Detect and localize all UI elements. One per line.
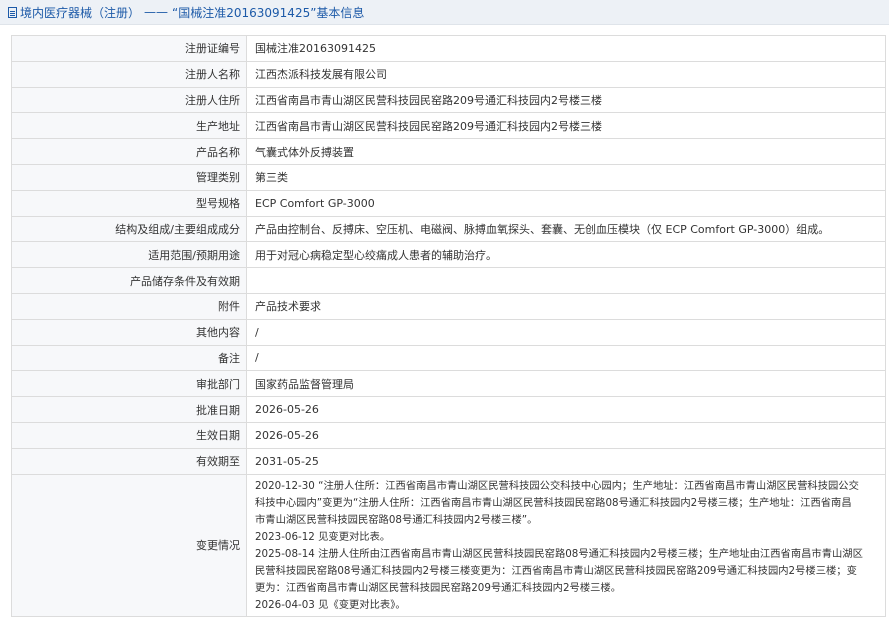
- table-row: 适用范围/预期用途 用于对冠心病稳定型心绞痛成人患者的辅助治疗。: [11, 241, 886, 269]
- field-label: 有效期至: [11, 447, 247, 475]
- field-label: 结构及组成/主要组成成分: [11, 215, 247, 243]
- field-value: /: [246, 344, 886, 372]
- field-label: 其他内容: [11, 318, 247, 346]
- change-line: 科技中心园内”变更为“注册人住所：江西省南昌市青山湖区民营科技园民窑路08号通汇…: [255, 496, 852, 509]
- field-label: 产品储存条件及有效期: [11, 267, 247, 294]
- field-label: 注册证编号: [11, 35, 247, 62]
- field-value: 第三类: [246, 163, 886, 191]
- field-value: 江西杰派科技发展有限公司: [246, 60, 886, 88]
- change-line: 2023-06-12 见变更对比表。: [255, 530, 391, 543]
- field-label: 审批部门: [11, 370, 247, 398]
- table-row: 产品名称 气囊式体外反搏装置: [11, 138, 886, 165]
- field-label: 适用范围/预期用途: [11, 241, 247, 269]
- field-value: ECP Comfort GP-3000: [246, 189, 886, 217]
- table-row: 其他内容 /: [11, 318, 886, 346]
- field-value: [246, 267, 886, 294]
- table-row: 型号规格 ECP Comfort GP-3000: [11, 189, 886, 217]
- table-row: 生产地址 江西省南昌市青山湖区民营科技园民窑路209号通汇科技园内2号楼三楼: [11, 112, 886, 140]
- change-line: 2020-12-30 “注册人住所：江西省南昌市青山湖区民营科技园公交科技中心园…: [255, 479, 859, 492]
- header-title: “国械注准20163091425”基本信息: [172, 5, 365, 20]
- change-history: 2020-12-30 “注册人住所：江西省南昌市青山湖区民营科技园公交科技中心园…: [246, 473, 886, 617]
- field-value: 江西省南昌市青山湖区民营科技园民窑路209号通汇科技园内2号楼三楼: [246, 86, 886, 114]
- table-row: 审批部门 国家药品监督管理局: [11, 370, 886, 398]
- table-row: 批准日期 2026-05-26: [11, 396, 886, 423]
- field-label: 备注: [11, 344, 247, 372]
- table-row: 备注 /: [11, 344, 886, 372]
- table-row: 注册人名称 江西杰派科技发展有限公司: [11, 60, 886, 88]
- field-value: 国家药品监督管理局: [246, 370, 886, 398]
- field-value: 气囊式体外反搏装置: [246, 138, 886, 165]
- field-label: 注册人住所: [11, 86, 247, 114]
- field-value: 2026-05-26: [246, 396, 886, 423]
- info-table-wrapper: 注册证编号 国械注准20163091425 注册人名称 江西杰派科技发展有限公司 注…: [11, 35, 886, 617]
- change-line: 市青山湖区民营科技园民窑路08号通汇科技园内2号楼三楼”。: [255, 513, 538, 526]
- table-row: 注册人住所 江西省南昌市青山湖区民营科技园民窑路209号通汇科技园内2号楼三楼: [11, 86, 886, 114]
- field-value: 江西省南昌市青山湖区民营科技园民窑路209号通汇科技园内2号楼三楼: [246, 112, 886, 140]
- field-value: 用于对冠心病稳定型心绞痛成人患者的辅助治疗。: [246, 241, 886, 269]
- table-row: 产品储存条件及有效期: [11, 267, 886, 294]
- field-value: 国械注准20163091425: [246, 35, 886, 62]
- field-value: 2031-05-25: [246, 447, 886, 475]
- change-line: 更为：江西省南昌市青山湖区民营科技园民窑路209号通汇科技园内2号楼三楼。: [255, 581, 622, 594]
- table-row: 有效期至 2031-05-25: [11, 447, 886, 475]
- field-label: 生产地址: [11, 112, 247, 140]
- document-icon: [8, 6, 17, 18]
- table-row: 结构及组成/主要组成成分 产品由控制台、反搏床、空压机、电磁阀、脉搏血氧探头、套囊…: [11, 215, 886, 243]
- field-value: 产品由控制台、反搏床、空压机、电磁阀、脉搏血氧探头、套囊、无创血压模块（仅 EC…: [246, 215, 886, 243]
- info-table: 注册证编号 国械注准20163091425 注册人名称 江西杰派科技发展有限公司 注…: [11, 35, 886, 617]
- field-label: 型号规格: [11, 189, 247, 217]
- field-label: 注册人名称: [11, 60, 247, 88]
- table-row: 管理类别 第三类: [11, 163, 886, 191]
- field-label: 管理类别: [11, 163, 247, 191]
- table-row: 注册证编号 国械注准20163091425: [11, 35, 886, 62]
- field-value: /: [246, 318, 886, 346]
- header-category: 境内医疗器械（注册）: [20, 5, 141, 20]
- header-separator: ——: [144, 5, 169, 19]
- change-line: 2025-08-14 注册人住所由江西省南昌市青山湖区民营科技园民窑路08号通汇…: [255, 547, 863, 560]
- field-label: 产品名称: [11, 138, 247, 165]
- change-line: 民营科技园民窑路08号通汇科技园内2号楼三楼变更为：江西省南昌市青山湖区民营科技…: [255, 564, 857, 577]
- table-row: 生效日期 2026-05-26: [11, 421, 886, 449]
- field-value: 2026-05-26: [246, 421, 886, 449]
- field-label: 变更情况: [11, 473, 247, 617]
- page-header: 境内医疗器械（注册） —— “国械注准20163091425”基本信息: [0, 0, 889, 25]
- field-value: 产品技术要求: [246, 292, 886, 320]
- field-label: 生效日期: [11, 421, 247, 449]
- table-row-changes: 变更情况 2020-12-30 “注册人住所：江西省南昌市青山湖区民营科技园公交…: [11, 473, 886, 617]
- table-row: 附件 产品技术要求: [11, 292, 886, 320]
- field-label: 批准日期: [11, 396, 247, 423]
- field-label: 附件: [11, 292, 247, 320]
- change-line: 2026-04-03 见《变更对比表》。: [255, 598, 406, 611]
